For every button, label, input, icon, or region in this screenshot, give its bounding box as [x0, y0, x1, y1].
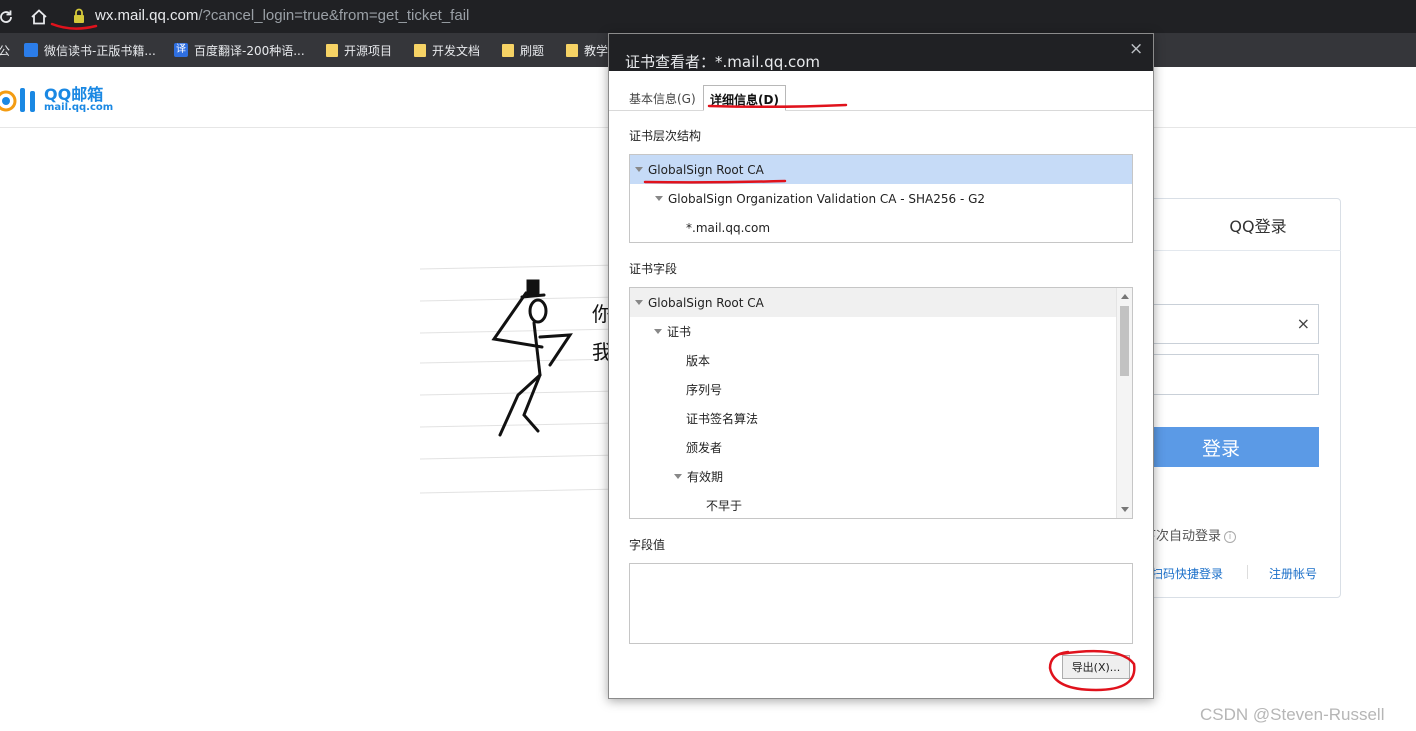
- tree-item[interactable]: 版本: [630, 346, 1116, 375]
- expand-triangle-icon: [655, 196, 663, 201]
- certificate-viewer-dialog: 证书查看者：*.mail.qq.com × 基本信息(G) 详细信息(D) 证书…: [608, 33, 1154, 699]
- tree-item-label: GlobalSign Root CA: [648, 162, 764, 177]
- field-value-label: 字段值: [629, 538, 666, 552]
- hierarchy-label: 证书层次结构: [629, 129, 702, 143]
- dialog-title: 证书查看者：*.mail.qq.com: [625, 53, 821, 71]
- password-input[interactable]: [1153, 354, 1319, 395]
- url-path: /?cancel_login=true&from=get_ticket_fail: [198, 7, 470, 24]
- bookmark-label: 公: [0, 43, 11, 58]
- tree-item[interactable]: *.mail.qq.com: [630, 213, 1132, 242]
- bookmark-item[interactable]: 微信读书-正版书籍...: [24, 41, 156, 59]
- folder-icon: [326, 43, 338, 57]
- bookmark-folder[interactable]: 开发文档: [414, 41, 480, 59]
- qq-mail-logo[interactable]: QQ邮箱 mail.qq.com: [0, 85, 113, 115]
- folder-icon: [502, 43, 514, 57]
- expand-triangle-icon: [654, 329, 662, 334]
- auto-login-option[interactable]: 下次自动登录 i: [1143, 525, 1237, 544]
- scroll-up-arrow-icon[interactable]: [1121, 294, 1129, 299]
- watermark: CSDN @Steven-Russell: [1200, 705, 1385, 724]
- bookmark-label: 开发文档: [432, 43, 481, 58]
- browser-toolbar: wx.mail.qq.com/?cancel_login=true&from=g…: [0, 0, 1416, 33]
- tree-item[interactable]: GlobalSign Organization Validation CA - …: [630, 184, 1132, 213]
- bookmark-folder[interactable]: 刷题: [502, 41, 544, 59]
- tree-item-label: 序列号: [686, 383, 723, 397]
- login-button[interactable]: 登录: [1153, 427, 1319, 467]
- certificate-fields-tree: GlobalSign Root CA 证书 版本 序列号 证书签名算法 颁发者 …: [629, 287, 1133, 519]
- tree-item-label: 不早于: [706, 499, 743, 513]
- tree-item[interactable]: 不早于: [630, 491, 1116, 518]
- account-input[interactable]: ×: [1153, 304, 1319, 344]
- tree-item[interactable]: GlobalSign Root CA: [630, 155, 1132, 184]
- tree-item-label: *.mail.qq.com: [686, 220, 771, 235]
- divider: [1247, 565, 1248, 579]
- logo-main-text: QQ邮箱: [44, 85, 104, 104]
- tree-item[interactable]: 证书签名算法: [630, 404, 1116, 433]
- dialog-titlebar: 证书查看者：*.mail.qq.com ×: [609, 34, 1153, 71]
- clear-icon[interactable]: ×: [1297, 314, 1310, 333]
- tab-details[interactable]: 详细信息(D): [703, 85, 786, 111]
- screen: wx.mail.qq.com/?cancel_login=true&from=g…: [0, 0, 1416, 731]
- reload-icon[interactable]: [0, 5, 18, 29]
- bookmark-label: 微信读书-正版书籍...: [44, 43, 156, 58]
- certificate-hierarchy-tree: GlobalSign Root CA GlobalSign Organizati…: [629, 154, 1133, 243]
- stick-figure-illustration: 你 我: [419, 255, 621, 495]
- bookmark-label: 开源项目: [344, 43, 393, 58]
- tree-item-label: 证书签名算法: [686, 412, 759, 426]
- tree-item[interactable]: 证书: [630, 317, 1116, 346]
- field-value-box[interactable]: [629, 563, 1133, 644]
- tree-item-label: 颁发者: [686, 441, 723, 455]
- bookmark-label: 教学: [584, 43, 609, 58]
- auto-login-label: 下次自动登录: [1143, 529, 1222, 544]
- translate-icon: 译: [174, 43, 188, 57]
- tree-item-label: GlobalSign Organization Validation CA - …: [668, 191, 986, 206]
- tree-item[interactable]: GlobalSign Root CA: [630, 288, 1116, 317]
- dialog-tabs: 基本信息(G) 详细信息(D): [609, 71, 1153, 111]
- tab-qq-login[interactable]: QQ登录: [1141, 199, 1341, 251]
- register-link[interactable]: 注册帐号: [1269, 565, 1317, 582]
- tree-item-label: 有效期: [687, 470, 724, 484]
- bookmark-label: 百度翻译-200种语...: [194, 43, 305, 58]
- fields-scrollbar[interactable]: [1116, 288, 1132, 518]
- expand-triangle-icon: [635, 300, 643, 305]
- help-icon[interactable]: i: [1224, 531, 1237, 543]
- bookmark-label: 刷题: [520, 43, 545, 58]
- bookmark-folder[interactable]: 开源项目: [326, 41, 392, 59]
- mail-logo-icon: [0, 88, 35, 112]
- tree-item[interactable]: 颁发者: [630, 433, 1116, 462]
- url-host: wx.mail.qq.com: [95, 7, 199, 24]
- address-bar[interactable]: wx.mail.qq.com/?cancel_login=true&from=g…: [95, 7, 469, 24]
- tree-item-label: 版本: [686, 354, 711, 368]
- export-button[interactable]: 导出(X)...: [1062, 655, 1130, 679]
- tree-item[interactable]: 序列号: [630, 375, 1116, 404]
- logo-sub-text: mail.qq.com: [44, 102, 114, 113]
- qr-login-link[interactable]: 扫码快捷登录: [1151, 565, 1223, 582]
- home-icon[interactable]: [27, 5, 51, 29]
- scrollbar-thumb[interactable]: [1120, 306, 1129, 376]
- folder-icon: [414, 43, 426, 57]
- folder-icon: [566, 43, 578, 57]
- tree-item-label: GlobalSign Root CA: [648, 295, 764, 310]
- tree-item-label: 证书: [667, 325, 692, 339]
- weread-icon: [24, 43, 38, 57]
- login-panel: QQ登录 × 登录 下次自动登录 i 扫码快捷登录 注册帐号: [1140, 198, 1341, 598]
- lock-icon[interactable]: [72, 8, 86, 24]
- bookmark-item[interactable]: 译百度翻译-200种语...: [174, 41, 305, 59]
- tree-item[interactable]: 有效期: [630, 462, 1116, 491]
- bookmark-item[interactable]: 公: [0, 41, 10, 59]
- close-icon[interactable]: ×: [1129, 39, 1143, 59]
- tab-basic-info[interactable]: 基本信息(G): [623, 85, 702, 111]
- expand-triangle-icon: [674, 474, 682, 479]
- fields-label: 证书字段: [629, 262, 678, 276]
- expand-triangle-icon: [635, 167, 643, 172]
- bookmark-folder[interactable]: 教学: [566, 41, 608, 59]
- scroll-down-arrow-icon[interactable]: [1121, 507, 1129, 512]
